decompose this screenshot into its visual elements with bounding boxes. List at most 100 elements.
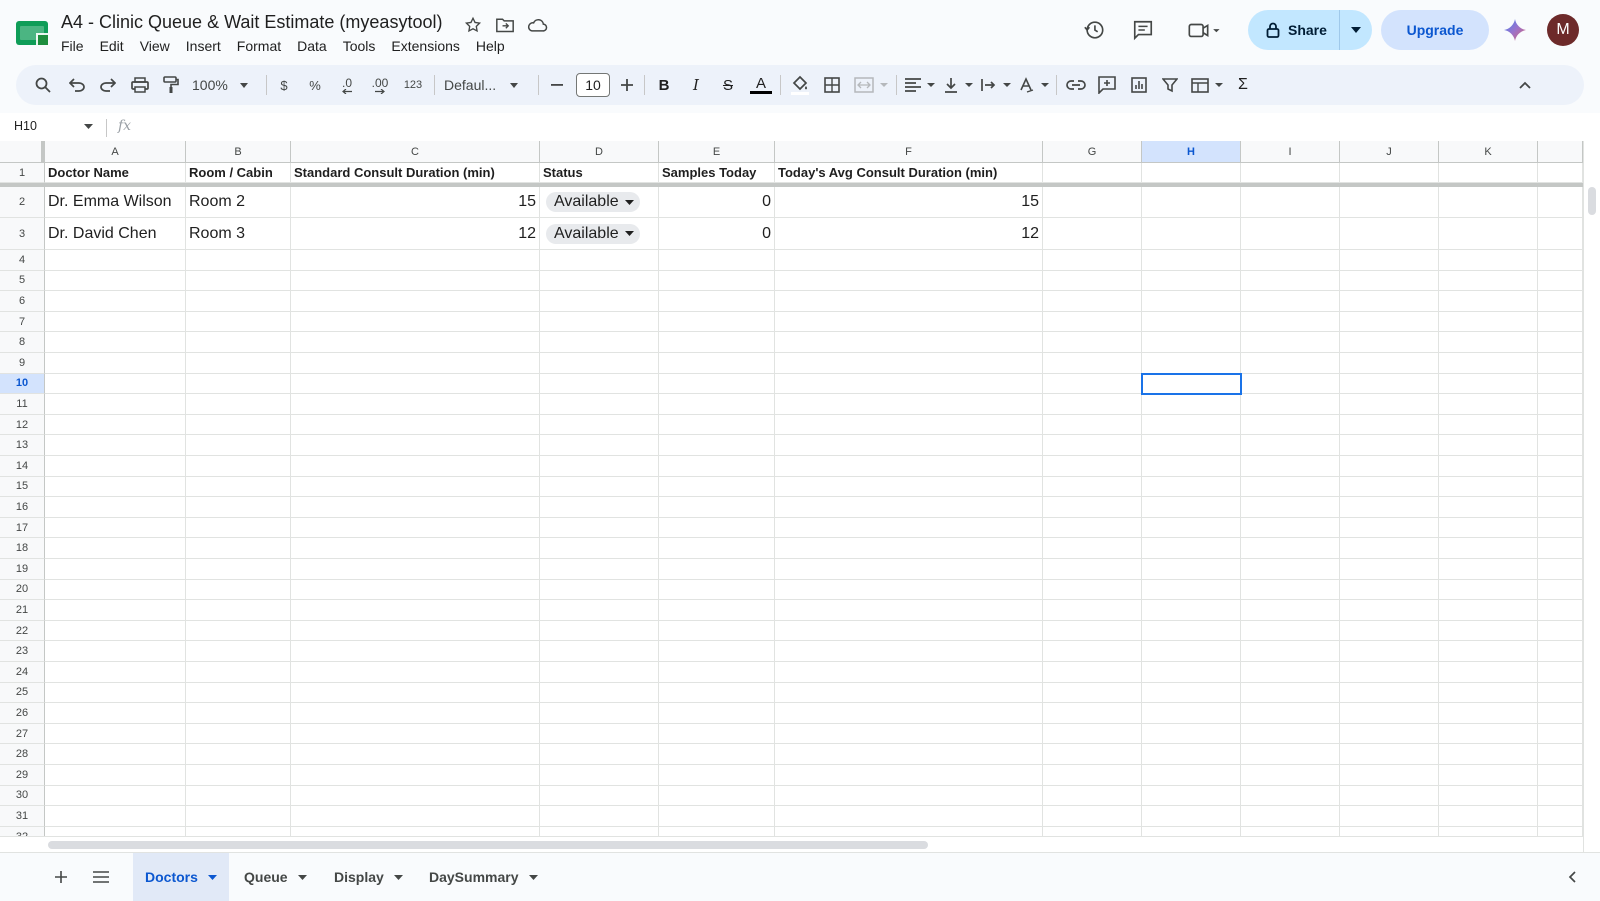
status-dropdown-chip[interactable]: Available — [546, 223, 640, 244]
menu-extensions[interactable]: Extensions — [383, 37, 467, 55]
column-header-g[interactable]: G — [1043, 141, 1142, 163]
empty-cell[interactable] — [1340, 270, 1439, 292]
empty-cell[interactable] — [659, 682, 775, 704]
empty-cell[interactable] — [1142, 394, 1241, 415]
empty-cell[interactable] — [291, 353, 540, 374]
empty-cell[interactable] — [1043, 682, 1142, 704]
empty-cell[interactable] — [1241, 435, 1340, 456]
more-formats-button[interactable]: 123 — [400, 73, 426, 97]
empty-cell[interactable] — [186, 291, 291, 312]
empty-cell[interactable] — [1538, 744, 1583, 765]
empty-cell[interactable] — [1538, 538, 1583, 559]
frozen-row-divider[interactable] — [0, 183, 1583, 187]
empty-cell[interactable] — [1538, 476, 1583, 498]
cell-status[interactable]: Available — [540, 218, 659, 250]
move-folder-icon[interactable] — [494, 14, 516, 36]
empty-cell[interactable] — [1538, 579, 1583, 601]
empty-cell[interactable] — [45, 311, 186, 333]
empty-cell[interactable] — [291, 291, 540, 312]
cell-standard-duration[interactable]: 15 — [291, 187, 540, 218]
empty-cell[interactable] — [1241, 332, 1340, 353]
empty-cell[interactable] — [775, 414, 1043, 436]
share-button[interactable]: Share — [1248, 10, 1372, 50]
empty-cell[interactable] — [291, 785, 540, 807]
empty-cell[interactable] — [186, 270, 291, 292]
vertical-align-icon[interactable] — [942, 73, 976, 97]
row-header[interactable]: 11 — [0, 394, 45, 415]
empty-cell[interactable] — [1142, 517, 1241, 539]
italic-icon[interactable]: I — [686, 73, 706, 97]
empty-cell[interactable] — [1142, 456, 1241, 477]
empty-cell[interactable] — [1241, 187, 1340, 218]
status-dropdown-chip[interactable]: Available — [546, 192, 640, 212]
sheets-logo-icon[interactable] — [16, 19, 50, 47]
empty-cell[interactable] — [775, 682, 1043, 704]
empty-cell[interactable] — [186, 538, 291, 559]
empty-cell[interactable] — [540, 765, 659, 786]
empty-cell[interactable] — [45, 765, 186, 786]
empty-cell[interactable] — [1439, 394, 1538, 415]
empty-cell[interactable] — [291, 579, 540, 601]
text-rotation-icon[interactable] — [1018, 73, 1052, 97]
empty-cell[interactable] — [1538, 806, 1583, 827]
row-header[interactable]: 2 — [0, 187, 45, 218]
empty-cell[interactable] — [1142, 291, 1241, 312]
empty-cell[interactable] — [45, 476, 186, 498]
empty-cell[interactable] — [775, 641, 1043, 662]
empty-cell[interactable] — [1340, 353, 1439, 374]
empty-cell[interactable] — [45, 662, 186, 683]
empty-cell[interactable] — [1340, 579, 1439, 601]
cell-doctor-name[interactable]: Dr. David Chen — [45, 218, 186, 250]
empty-cell[interactable] — [1043, 517, 1142, 539]
empty-cell[interactable] — [1043, 270, 1142, 292]
empty-cell[interactable] — [1439, 723, 1538, 745]
empty-cell[interactable] — [540, 270, 659, 292]
empty-cell[interactable] — [1241, 311, 1340, 333]
empty-cell[interactable] — [291, 497, 540, 518]
empty-cell[interactable] — [659, 414, 775, 436]
empty-cell[interactable] — [186, 785, 291, 807]
empty-cell[interactable] — [540, 538, 659, 559]
empty-cell[interactable] — [291, 662, 540, 683]
empty-cell[interactable] — [1142, 270, 1241, 292]
empty-cell[interactable] — [1043, 662, 1142, 683]
empty-cell[interactable] — [1241, 373, 1340, 395]
empty-cell[interactable] — [1538, 785, 1583, 807]
empty-cell[interactable] — [1439, 187, 1538, 218]
empty-cell[interactable] — [1142, 765, 1241, 786]
empty-cell[interactable] — [1043, 311, 1142, 333]
header-cell-avg-duration[interactable]: Today's Avg Consult Duration (min) — [775, 163, 1043, 183]
empty-cell[interactable] — [1538, 332, 1583, 353]
empty-cell[interactable] — [775, 456, 1043, 477]
empty-cell[interactable] — [1340, 373, 1439, 395]
empty-cell[interactable] — [1439, 270, 1538, 292]
increase-decimal-button[interactable]: .00 — [367, 73, 393, 97]
version-history-icon[interactable] — [1082, 18, 1106, 42]
empty-cell[interactable] — [775, 497, 1043, 518]
empty-cell[interactable] — [1043, 703, 1142, 724]
empty-cell[interactable] — [1538, 641, 1583, 662]
empty-cell[interactable] — [1538, 218, 1583, 250]
empty-cell[interactable] — [1043, 538, 1142, 559]
empty-cell[interactable] — [1538, 559, 1583, 580]
empty-cell[interactable] — [1340, 703, 1439, 724]
empty-cell[interactable] — [1439, 785, 1538, 807]
empty-cell[interactable] — [1340, 806, 1439, 827]
column-header-f[interactable]: F — [775, 141, 1043, 163]
empty-cell[interactable] — [1043, 218, 1142, 250]
empty-cell[interactable] — [540, 497, 659, 518]
empty-cell[interactable] — [1043, 579, 1142, 601]
empty-cell[interactable] — [540, 620, 659, 642]
empty-cell[interactable] — [775, 785, 1043, 807]
row-header[interactable]: 24 — [0, 662, 45, 683]
bold-icon[interactable]: B — [654, 73, 674, 97]
empty-cell[interactable] — [1241, 600, 1340, 621]
empty-cell[interactable] — [1439, 291, 1538, 312]
empty-cell[interactable] — [775, 332, 1043, 353]
empty-cell[interactable] — [1340, 250, 1439, 271]
empty-cell[interactable] — [45, 620, 186, 642]
print-icon[interactable] — [129, 73, 151, 97]
empty-cell[interactable] — [291, 394, 540, 415]
row-header[interactable]: 26 — [0, 703, 45, 724]
star-icon[interactable] — [462, 14, 484, 36]
